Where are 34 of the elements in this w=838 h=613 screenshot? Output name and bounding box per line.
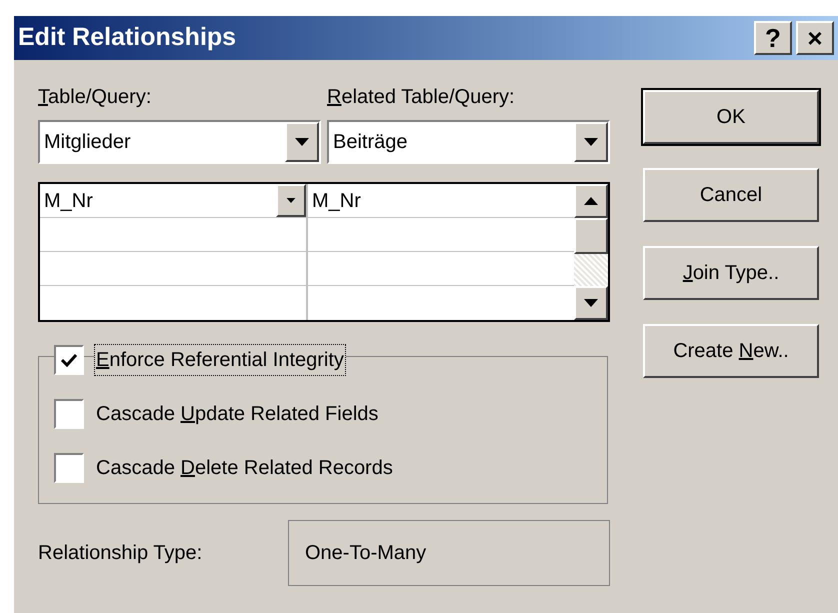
- grid-cell[interactable]: M_Nr: [312, 186, 361, 216]
- scroll-up-button[interactable]: [574, 184, 608, 218]
- dropdown-arrow-icon: [286, 198, 296, 203]
- checkbox-label[interactable]: Enforce Referential Integrity: [94, 344, 346, 376]
- dropdown-button[interactable]: [574, 122, 608, 162]
- dialog-button[interactable]: Join Type..: [643, 246, 819, 300]
- dropdown-arrow-icon: [584, 138, 598, 146]
- close-button[interactable]: ×: [796, 21, 834, 55]
- dialog-button[interactable]: Cancel: [643, 168, 819, 222]
- checkbox[interactable]: [54, 345, 84, 375]
- checkbox-label[interactable]: Cascade Update Related Fields: [94, 398, 380, 430]
- checkbox-label[interactable]: Cascade Delete Related Records: [94, 452, 395, 484]
- help-button[interactable]: ?: [754, 21, 792, 55]
- relationship-type-field: One-To-Many: [288, 520, 610, 586]
- dropdown-arrow-icon: [295, 138, 309, 146]
- scroll-thumb[interactable]: [574, 218, 608, 254]
- dialog-button[interactable]: Create New..: [643, 324, 819, 378]
- scroll-down-button[interactable]: [574, 286, 608, 320]
- checkbox[interactable]: [54, 399, 84, 429]
- field-label: Related Table/Query:: [327, 85, 516, 110]
- dropdown-field[interactable]: Mitglieder: [38, 120, 321, 164]
- grid-cell[interactable]: M_Nr: [44, 190, 93, 212]
- checkmark-icon: [61, 353, 77, 367]
- dropdown-button[interactable]: [276, 184, 306, 217]
- dropdown-field[interactable]: Beiträge: [327, 120, 610, 164]
- field-label: Table/Query:: [38, 85, 152, 110]
- dialog-button[interactable]: OK: [643, 90, 819, 144]
- window-title: Edit Relationships: [18, 22, 238, 54]
- checkbox[interactable]: [54, 453, 84, 483]
- scrollbar[interactable]: [574, 184, 608, 320]
- dropdown-arrow-icon: [584, 299, 598, 307]
- up-arrow-icon: [584, 197, 598, 205]
- dropdown-button[interactable]: [285, 122, 319, 162]
- relationship-type-label: Relationship Type:: [38, 541, 204, 566]
